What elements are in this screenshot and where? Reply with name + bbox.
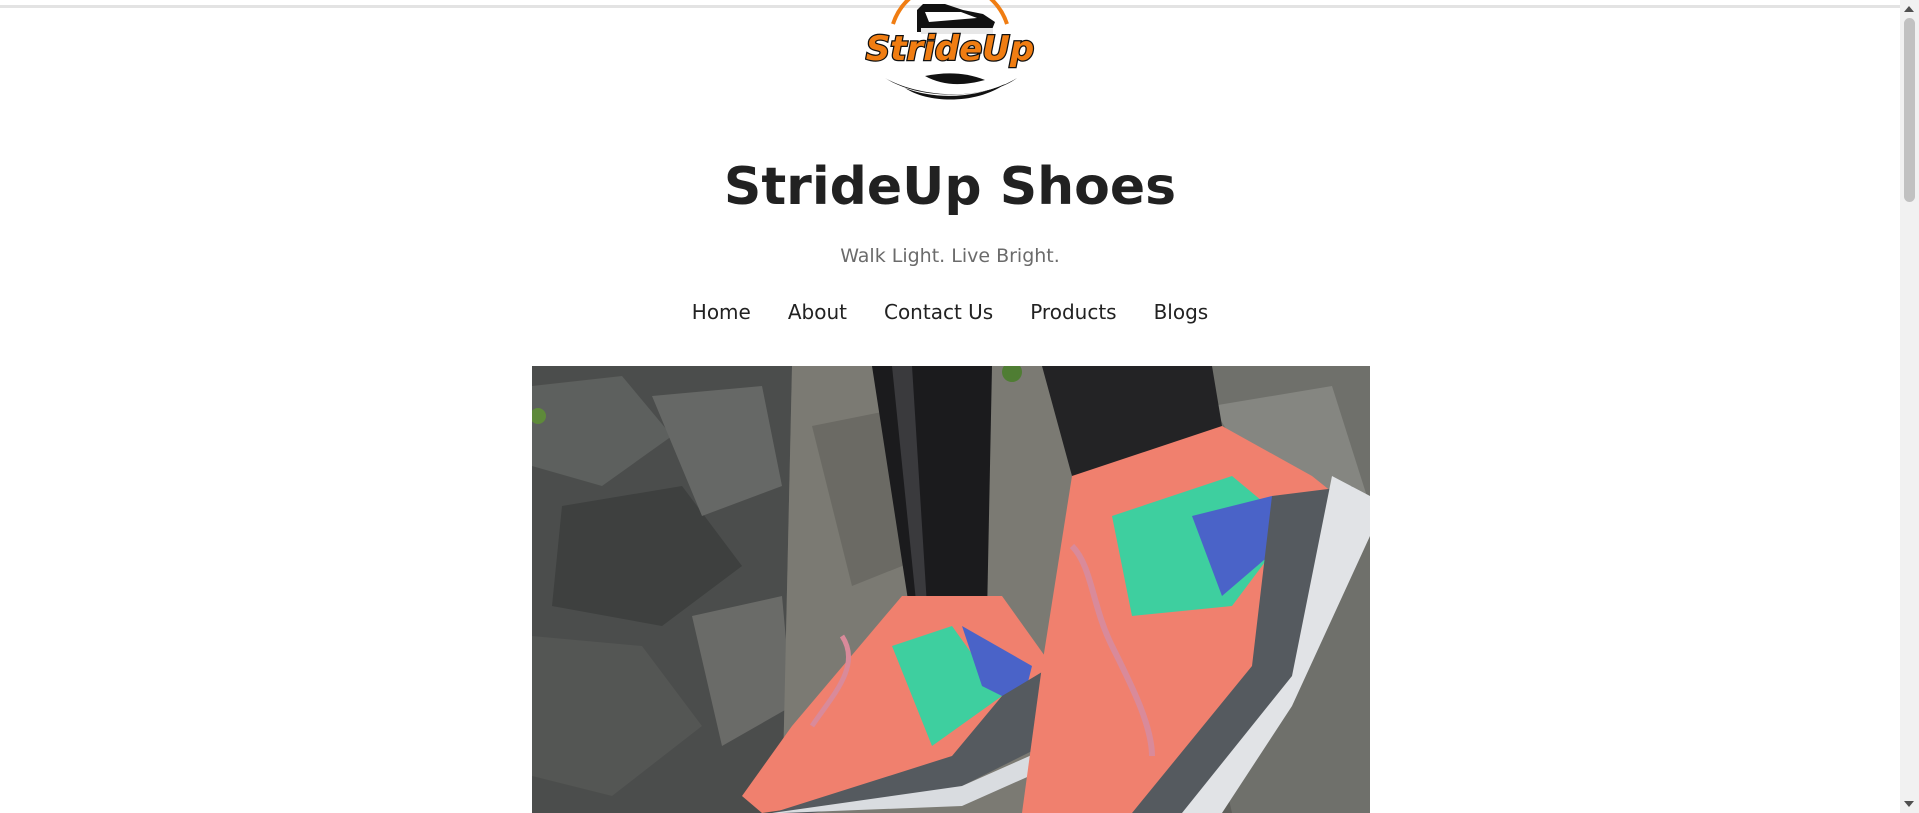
- nav-about[interactable]: About: [788, 297, 847, 327]
- scroll-up-icon[interactable]: [1904, 6, 1914, 12]
- page-scrollbar[interactable]: [1900, 0, 1919, 813]
- site-tagline: Walk Light. Live Bright.: [840, 245, 1060, 267]
- page: StrideUp StrideUp Shoes Walk Light. Live…: [0, 0, 1900, 813]
- main-nav: Home About Contact Us Products Blogs: [0, 297, 1900, 327]
- logo-text: StrideUp: [866, 29, 1035, 69]
- hero-image: [532, 366, 1370, 813]
- nav-blogs[interactable]: Blogs: [1154, 297, 1209, 327]
- site-title: StrideUp Shoes: [723, 157, 1177, 217]
- scroll-thumb[interactable]: [1904, 18, 1915, 202]
- scroll-down-icon[interactable]: [1904, 801, 1914, 807]
- nav-products[interactable]: Products: [1030, 297, 1116, 327]
- stridup-logo[interactable]: StrideUp: [865, 0, 1035, 104]
- nav-home[interactable]: Home: [692, 297, 751, 327]
- nav-contact-us[interactable]: Contact Us: [884, 297, 993, 327]
